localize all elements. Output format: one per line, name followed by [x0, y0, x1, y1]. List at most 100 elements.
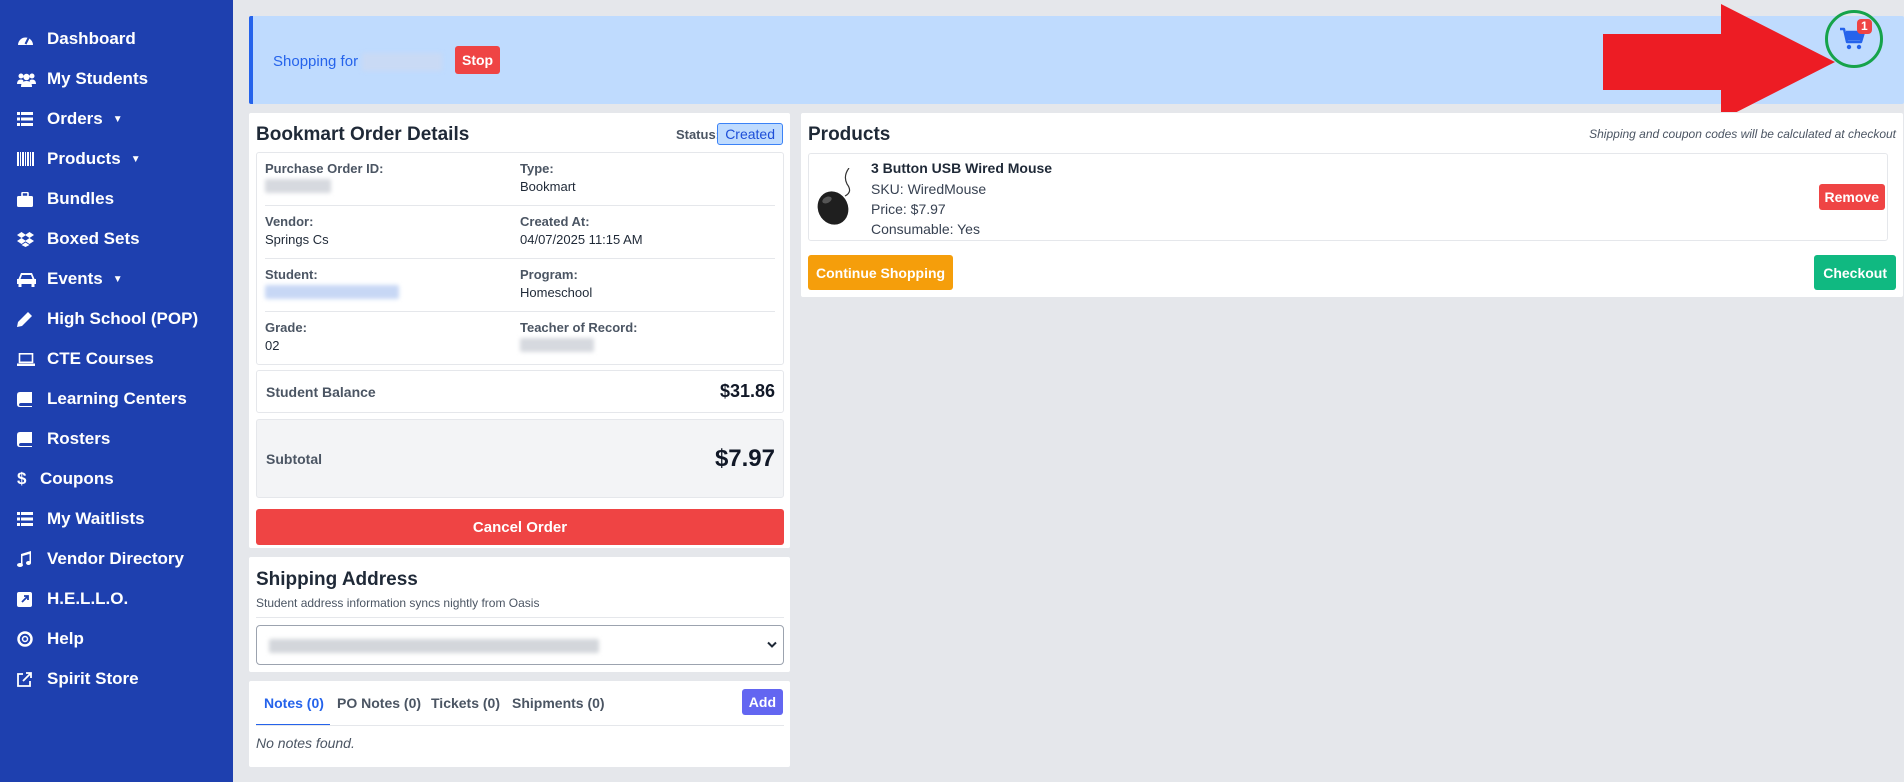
shipping-address-select[interactable] [256, 625, 784, 665]
shipping-address-title: Shipping Address [256, 569, 418, 590]
list-icon [17, 110, 39, 128]
detail-row: Student: Program: Homeschool [265, 259, 775, 312]
stop-button[interactable]: Stop [455, 46, 501, 74]
product-name: 3 Button USB Wired Mouse [871, 160, 1053, 176]
grade-value: 02 [265, 338, 280, 353]
created-at-label: Created At: [520, 214, 590, 229]
sidebar-item-dashboard[interactable]: Dashboard [0, 19, 233, 59]
continue-shopping-button[interactable]: Continue Shopping [808, 255, 954, 290]
sidebar-item-help[interactable]: Help [0, 619, 233, 659]
sidebar-item-label: Products [47, 149, 121, 168]
laptop-icon [17, 350, 39, 368]
student-balance-label: Student Balance [266, 384, 376, 400]
music-icon [17, 550, 39, 568]
annotation-arrow-icon [1603, 4, 1835, 120]
dropbox-icon [17, 230, 39, 248]
sidebar-item-spirit-store[interactable]: Spirit Store [0, 659, 233, 699]
add-note-button[interactable]: Add [741, 689, 783, 715]
sidebar-item-boxed-sets[interactable]: Boxed Sets [0, 219, 233, 259]
car-icon [17, 270, 39, 288]
products-card: Products Shipping and coupon codes will … [800, 112, 1904, 298]
product-row: 3 Button USB Wired Mouse SKU: WiredMouse… [808, 153, 1888, 241]
tab-po-notes[interactable]: PO Notes (0) [337, 695, 421, 711]
order-details-card: Bookmart Order Details Status: Created P… [248, 112, 791, 549]
program-label: Program: [520, 267, 578, 282]
products-title: Products [808, 124, 891, 145]
shipping-address-subtitle: Student address information syncs nightl… [256, 596, 540, 610]
pencil-icon [17, 310, 39, 328]
sidebar-item-orders[interactable]: Orders ▼ [0, 99, 233, 139]
sidebar-item-products[interactable]: Products ▼ [0, 139, 233, 179]
program-value: Homeschool [520, 285, 593, 300]
student-link[interactable] [265, 285, 399, 302]
chevron-down-icon [767, 641, 777, 648]
sidebar-item-events[interactable]: Events ▼ [0, 259, 233, 299]
order-details-title: Bookmart Order Details [256, 124, 470, 145]
sidebar-item-label: Help [47, 629, 84, 648]
shipping-address-card: Shipping Address Student address informa… [248, 556, 791, 673]
cart-button[interactable]: 1 [1825, 10, 1885, 68]
tab-shipments[interactable]: Shipments (0) [512, 695, 605, 711]
order-detail-grid: Purchase Order ID: Type: Bookmart Vendor… [256, 152, 784, 365]
sidebar-item-high-school-pop[interactable]: High School (POP) [0, 299, 233, 339]
sidebar-item-label: H.E.L.L.O. [47, 589, 129, 608]
external-square-icon [17, 590, 39, 608]
product-price: Price: $7.97 [871, 201, 946, 217]
sidebar-item-label: Vendor Directory [47, 549, 184, 568]
sidebar-item-label: Dashboard [47, 29, 136, 48]
student-name-redacted [362, 53, 443, 72]
sidebar-item-label: CTE Courses [47, 349, 154, 368]
teacher-of-record-label: Teacher of Record: [520, 320, 638, 335]
teacher-of-record-value [520, 338, 594, 355]
sidebar-item-label: My Students [47, 69, 149, 88]
student-balance-box: Student Balance $31.86 [256, 370, 784, 413]
created-at-value: 04/07/2025 11:15 AM [520, 232, 643, 247]
mouse-product-image [817, 168, 851, 225]
briefcase-icon [17, 190, 39, 208]
status-badge: Created [717, 123, 783, 145]
sidebar-item-coupons[interactable]: $ Coupons [0, 459, 233, 499]
sidebar-item-label: Learning Centers [47, 389, 187, 408]
sidebar-item-rosters[interactable]: Rosters [0, 419, 233, 459]
purchase-order-id-value [265, 179, 331, 196]
sidebar: Dashboard My Students Orders ▼ Products … [0, 0, 233, 782]
checkout-button[interactable]: Checkout [1814, 255, 1896, 290]
subtotal-value: $7.97 [714, 445, 775, 472]
chevron-down-icon: ▼ [112, 113, 123, 125]
divider [256, 617, 784, 618]
cancel-order-button[interactable]: Cancel Order [256, 509, 784, 545]
sidebar-item-my-waitlists[interactable]: My Waitlists [0, 499, 233, 539]
grade-label: Grade: [265, 320, 307, 335]
student-label: Student: [265, 267, 318, 282]
type-label: Type: [520, 161, 554, 176]
tab-tickets[interactable]: Tickets (0) [431, 695, 500, 711]
product-consumable: Consumable: Yes [871, 221, 980, 237]
tab-notes[interactable]: Notes (0) [264, 695, 324, 711]
sidebar-item-bundles[interactable]: Bundles [0, 179, 233, 219]
divider [256, 725, 784, 726]
checkout-note: Shipping and coupon codes will be calcul… [1589, 127, 1896, 141]
external-link-icon [17, 670, 39, 688]
address-redacted [269, 639, 599, 653]
notes-card: Notes (0) PO Notes (0) Tickets (0) Shipm… [248, 680, 791, 768]
lifebuoy-icon [17, 630, 39, 648]
subtotal-box: Subtotal $7.97 [256, 419, 784, 498]
sidebar-item-cte-courses[interactable]: CTE Courses [0, 339, 233, 379]
book-icon [17, 390, 39, 408]
subtotal-label: Subtotal [266, 451, 322, 467]
chevron-down-icon: ▼ [130, 153, 141, 165]
sidebar-item-label: Boxed Sets [47, 229, 140, 248]
purchase-order-id-label: Purchase Order ID: [265, 161, 384, 176]
sidebar-item-label: Spirit Store [47, 669, 139, 688]
sidebar-item-label: Coupons [40, 469, 114, 488]
sidebar-item-learning-centers[interactable]: Learning Centers [0, 379, 233, 419]
sidebar-item-my-students[interactable]: My Students [0, 59, 233, 99]
list-icon [17, 510, 39, 528]
sidebar-item-vendor-directory[interactable]: Vendor Directory [0, 539, 233, 579]
vendor-value: Springs Cs [265, 232, 329, 247]
sidebar-item-hello[interactable]: H.E.L.L.O. [0, 579, 233, 619]
barcode-icon [17, 150, 39, 168]
student-balance-value: $31.86 [719, 381, 775, 401]
remove-product-button[interactable]: Remove [1818, 184, 1885, 210]
detail-row: Vendor: Springs Cs Created At: 04/07/202… [265, 206, 775, 259]
